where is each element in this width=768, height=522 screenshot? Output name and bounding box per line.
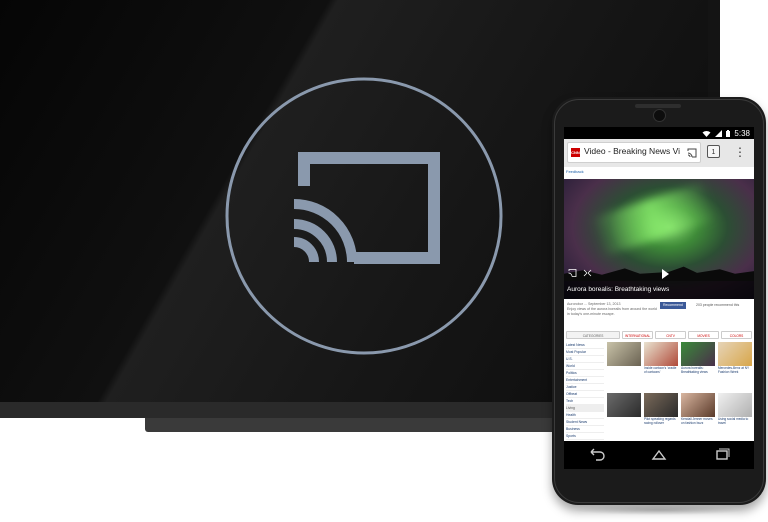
video-tile[interactable]: [607, 392, 641, 441]
sidebar-item[interactable]: Most Popular: [566, 349, 604, 356]
video-tile[interactable]: Mercedes-Benz at NY Fashion Week: [718, 342, 752, 390]
video-thumbnail: [607, 342, 641, 366]
article-meta: Aurorobor ... September 13, 2013 Enjoy v…: [564, 299, 754, 321]
sidebar-item[interactable]: World: [566, 363, 604, 370]
video-tile-caption: Inside cartoon's 'cradle of cartoons': [644, 366, 677, 374]
facebook-recommend-count: 203 people recommend this: [696, 303, 740, 307]
phone-shadow: [572, 505, 746, 515]
video-tile[interactable]: Pilot speaking regards racing rollover: [644, 392, 678, 441]
more-vert-icon[interactable]: ⋮: [734, 144, 746, 160]
video-thumbnail: [718, 392, 752, 417]
tab-categories[interactable]: CATEGORIES: [566, 331, 621, 339]
video-caption: Aurora borealis: Breathtaking views: [564, 281, 754, 299]
content-area: Latest News Most Popular U.S. World Poli…: [564, 339, 754, 443]
sidebar-item[interactable]: Offbeat: [566, 391, 604, 398]
sidebar-item[interactable]: Health: [566, 412, 604, 419]
sidebar-item[interactable]: Latest News: [566, 342, 604, 349]
sidebar-item[interactable]: Student News: [566, 419, 604, 426]
feedback-link[interactable]: Feedback: [564, 167, 754, 179]
cast-button-icon[interactable]: [687, 148, 697, 158]
wifi-icon: [702, 130, 711, 137]
sidebar-item[interactable]: Entertainment: [566, 377, 604, 384]
tv-stand: [145, 418, 575, 432]
tab-colors[interactable]: COLORS: [721, 331, 753, 339]
video-tile-caption: Mercedes-Benz at NY Fashion Week: [718, 366, 750, 374]
video-controls: [568, 269, 592, 277]
video-tile[interactable]: Kendall Jenner moves on fashion buzz: [681, 392, 715, 441]
recents-icon[interactable]: [712, 448, 732, 462]
back-icon[interactable]: [586, 448, 606, 462]
phone-screen: 5:38 CNN Video - Breaking News Vi... 1 ⋮…: [564, 127, 754, 469]
video-tile-caption: Using social media to travel: [718, 416, 749, 425]
site-favicon: CNN: [571, 148, 580, 157]
front-camera: [653, 109, 666, 122]
video-thumbnail: [644, 342, 678, 366]
video-player[interactable]: Aurora borealis: Breathtaking views: [564, 179, 754, 299]
section-tabs: CATEGORIES INTERNATIONAL CNTV MOVIES COL…: [564, 331, 754, 339]
video-thumbnail: [681, 392, 715, 417]
video-treeline: [564, 266, 754, 281]
play-icon[interactable]: [662, 269, 669, 279]
status-bar: 5:38: [564, 127, 754, 139]
sidebar-item[interactable]: Living: [566, 405, 604, 412]
cast-icon: [224, 76, 504, 356]
sidebar-item[interactable]: Tech: [566, 398, 604, 405]
video-tile[interactable]: [607, 342, 641, 390]
video-tile-caption: Aurora borealis: Breathtaking views: [681, 366, 708, 374]
sidebar-item[interactable]: Business: [566, 426, 604, 433]
video-thumbnail: [681, 342, 715, 366]
home-icon[interactable]: [649, 448, 669, 462]
sidebar-item[interactable]: Justice: [566, 384, 604, 391]
browser-toolbar: CNN Video - Breaking News Vi... 1 ⋮: [564, 139, 754, 167]
clock: 5:38: [734, 128, 750, 138]
video-tile-caption: [607, 417, 641, 429]
tab-cntv[interactable]: CNTV: [655, 331, 687, 339]
sidebar-item[interactable]: Politics: [566, 370, 604, 377]
smartphone: 5:38 CNN Video - Breaking News Vi... 1 ⋮…: [552, 97, 766, 515]
tab-movies[interactable]: MOVIES: [688, 331, 720, 339]
video-image: [590, 181, 718, 257]
omnibox[interactable]: CNN Video - Breaking News Vi...: [567, 142, 701, 163]
sidebar-item[interactable]: U.S.: [566, 356, 604, 363]
video-tile-caption: [607, 366, 641, 378]
cast-icon[interactable]: [568, 269, 577, 277]
category-sidebar: Latest News Most Popular U.S. World Poli…: [566, 342, 604, 440]
tab-title: Video - Breaking News Vi...: [584, 146, 680, 156]
earpiece: [635, 104, 681, 108]
video-tile[interactable]: Using social media to travel: [718, 392, 752, 441]
video-thumbnail: [718, 342, 752, 366]
signal-icon: [715, 129, 723, 137]
video-tile-caption: Pilot speaking regards racing rollover: [644, 416, 676, 425]
video-grid: Inside cartoon's 'cradle of cartoons' Au…: [607, 342, 752, 440]
android-nav-bar: [564, 441, 754, 469]
video-thumbnail: [644, 392, 678, 417]
tab-international[interactable]: INTERNATIONAL: [622, 331, 654, 339]
battery-icon: [726, 129, 731, 137]
tab-switcher-button[interactable]: 1: [707, 145, 720, 158]
video-thumbnail: [607, 392, 641, 417]
video-tile[interactable]: Inside cartoon's 'cradle of cartoons': [644, 342, 678, 390]
fullscreen-icon[interactable]: [583, 269, 592, 277]
video-tile-caption: Kendall Jenner moves on fashion buzz: [681, 416, 713, 425]
sidebar-item[interactable]: Sports: [566, 433, 604, 440]
facebook-recommend-button[interactable]: Recommend: [660, 302, 686, 309]
meta-line: in today's one-minute escape.: [567, 312, 615, 316]
video-tile[interactable]: Aurora borealis: Breathtaking views: [681, 342, 715, 390]
